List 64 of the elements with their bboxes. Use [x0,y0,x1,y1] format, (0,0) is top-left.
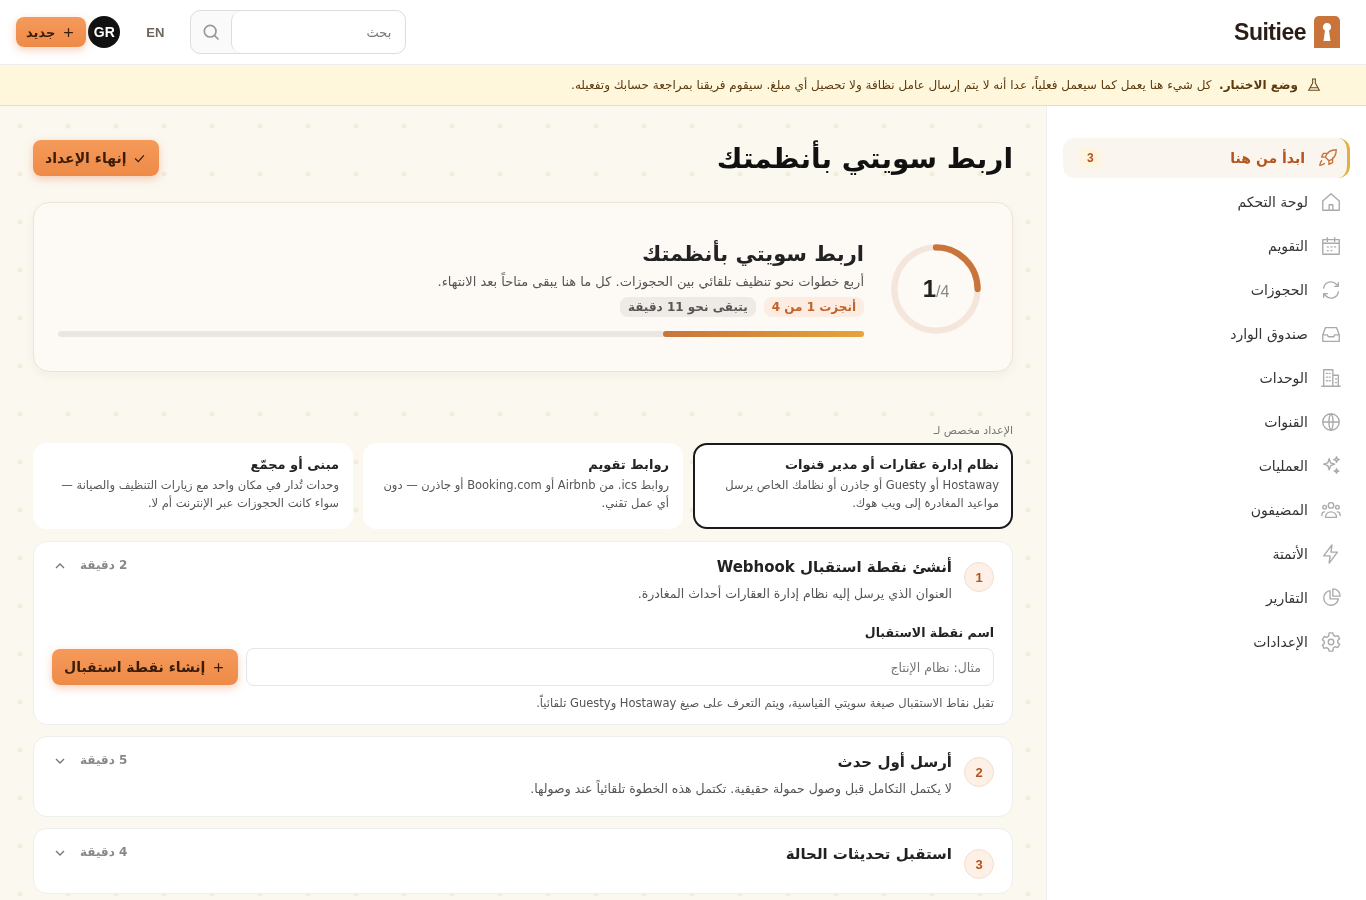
step-title: استقبل تحديثات الحالة [784,845,952,863]
field-label: اسم نقطة الاستقبال [863,625,994,640]
nav-icon [1320,455,1342,477]
step-duration: 5 دقيقة [80,753,128,767]
nav-icon [1320,587,1342,609]
option-card[interactable]: نظام إدارة عقارات أو مدير قنوات Hostaway أو Guesty أو جاذرن أو نظامك الخاص يرسل مواعيد المغادرة إلى ويب هوك. [693,443,1013,529]
done-badge: أنجزت 1 من 4 [763,296,864,317]
flask-icon [1306,77,1322,93]
search-icon[interactable] [201,22,222,42]
sidebar-item[interactable]: الإعدادات [1063,622,1350,662]
sidebar-item[interactable]: العمليات [1063,446,1350,486]
nav-icon [1320,191,1342,213]
nav-icon [1320,367,1342,389]
sidebar-item[interactable]: الحجوزات [1063,270,1350,310]
option-title: نظام إدارة عقارات أو مدير قنوات [784,457,999,472]
brand-name: Suitiee [1234,18,1306,46]
page-title: اربط سويتي بأنظمتك [716,141,1013,175]
nav-icon [1320,279,1342,301]
step-duration: 2 دقيقة [80,558,128,572]
section-label: الإعداد مخصص لـ [932,424,1013,437]
nav-icon [1317,147,1339,169]
step-description: لا يكتمل التكامل قبل وصول حمولة حقيقية. تكتمل هذه الخطوة تلقائياً عند وصولها. [529,781,952,799]
option-title: روابط تقويم [587,457,669,472]
sidebar-item[interactable]: المضيفون [1063,490,1350,530]
step-description: العنوان الذي يرسل إليه نظام إدارة العقارات أحداث المغادرة. [636,586,952,604]
sidebar-item[interactable]: التقويم [1063,226,1350,266]
ring-count: 1 [922,275,936,303]
option-description: وحدات تُدار في مكان واحد مع زيارات التنظيف والصيانة — سواء كانت الحجوزات عبر الإنترنت أم لا. [60,477,339,513]
sidebar-item[interactable]: لوحة التحكم [1063,182,1350,222]
step-number: 3 [964,849,994,879]
progress-description: أربع خطوات نحو تنظيف تلقائي بين الحجوزات. كل ما هنا يبقى متاحاً بعد الانتهاء. [436,273,864,289]
nav-icon [1320,499,1342,521]
nav-icon [1320,631,1342,653]
nav-icon [1320,235,1342,257]
user-avatar[interactable]: GR [88,16,121,48]
step-title: أرسل أول حدث [836,753,952,771]
option-description: Hostaway أو Guesty أو جاذرن أو نظامك الخاص يرسل مواعيد المغادرة إلى ويب هوك. [724,476,999,513]
language-code[interactable]: EN [146,24,165,40]
finish-setup-button[interactable]: إنهاء الإعداد [33,140,160,176]
sidebar-item[interactable]: التقارير [1063,578,1350,618]
field-hint: تقبل نقاط الاستقبال صيغة سويتي القياسية، ويتم التعرف على صيغ Hostaway وGuesty تلقائياً. [535,696,994,710]
option-card[interactable]: روابط تقويم روابط ics. من Airbnb أو Booking.com أو جاذرن — دون أي عمل تقني. [363,443,683,529]
endpoint-name-field[interactable]: مثال: نظام الإنتاج [246,648,994,686]
option-card[interactable]: مبنى أو مجمّع وحدات تُدار في مكان واحد مع زيارات التنظيف والصيانة — سواء كانت الحجوزات عبر الإنترنت أم لا. [33,443,353,529]
sidebar-item[interactable]: القنوات [1063,402,1350,442]
banner-text: وضع الاختبار. كل شيء هنا يعمل كما سيعمل فعلياً، عدا أنه لا يتم إرسال عامل نظافة ولا تحصيل أي مبلغ. سيقوم فريقنا بمراجعة حسابك وتفعيله. [571,78,1298,92]
step-title: أنشئ نقطة استقبال Webhook [715,558,952,576]
new-button[interactable]: جديد [16,17,87,47]
keyhole-logo-icon [1314,16,1340,48]
remaining-badge: يتبقى نحو 11 دقيقة [619,296,756,317]
step-number: 2 [964,757,994,787]
option-description: روابط ics. من Airbnb أو Booking.com أو جاذرن — دون أي عمل تقني. [382,476,669,513]
ring-total: /4 [936,283,950,301]
option-title: مبنى أو مجمّع [249,457,339,472]
nav-icon [1320,411,1342,433]
sidebar-item[interactable]: الوحدات [1063,358,1350,398]
sidebar-item[interactable]: الأتمتة [1063,534,1350,574]
count-badge: 3 [1079,148,1102,168]
sidebar-item[interactable]: صندوق الوارد [1063,314,1350,354]
step-number: 1 [964,562,994,592]
progress-title: اربط سويتي بأنظمتك [640,241,864,266]
step-duration: 4 دقيقة [80,845,128,859]
search-field[interactable]: بحث [190,10,407,54]
create-endpoint-button[interactable]: إنشاء نقطة استقبال [52,649,239,685]
